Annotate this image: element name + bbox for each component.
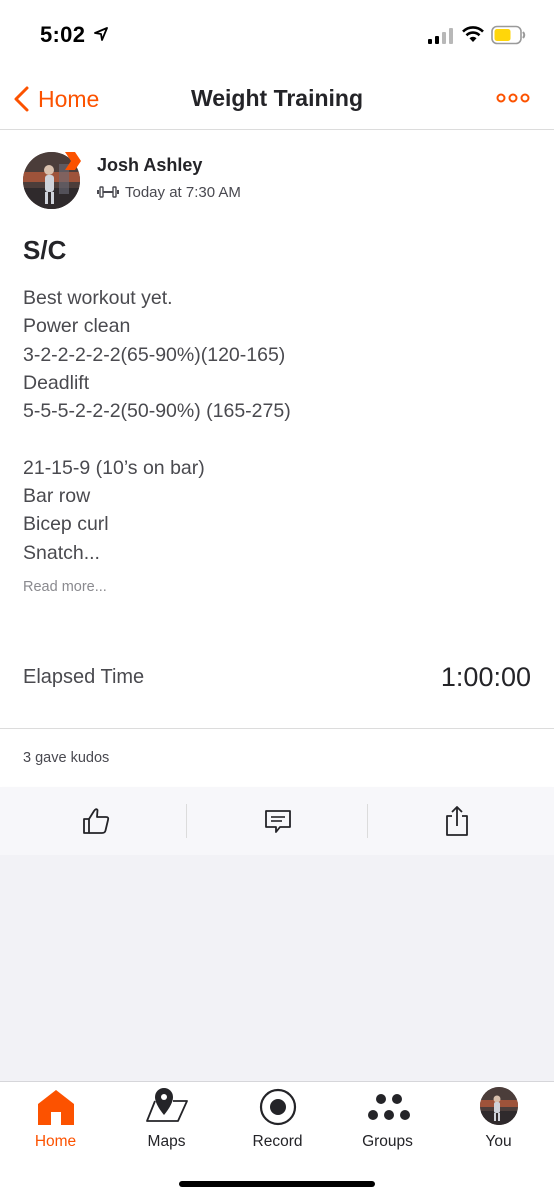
divider [0, 728, 554, 729]
tab-groups[interactable]: Groups [332, 1082, 443, 1162]
description-line: Power clean [23, 315, 131, 338]
tab-record[interactable]: Record [222, 1082, 333, 1162]
thumbs-up-icon [82, 808, 109, 834]
tab-record-label: Record [252, 1133, 303, 1150]
elapsed-time-label: Elapsed Time [23, 666, 145, 688]
battery-low-power-icon [491, 25, 526, 45]
description-blank-line [23, 425, 533, 453]
home-icon [37, 1090, 74, 1125]
description-line: 21-15-9 (10’s on bar) [23, 456, 205, 479]
groups-icon [367, 1094, 410, 1120]
cellular-signal-icon [428, 28, 453, 44]
read-more-link[interactable]: Read more... [23, 579, 107, 595]
back-button-label: Home [38, 85, 100, 112]
empty-content-area [0, 855, 554, 1081]
navigation-bar: Home Weight Training [0, 70, 554, 130]
description-line: Best workout yet. [23, 287, 173, 309]
chevron-left-icon [14, 86, 29, 112]
share-button[interactable] [364, 787, 549, 855]
tab-home-label: Home [34, 1133, 77, 1150]
location-arrow-icon [94, 27, 108, 41]
description-line: Snatch... [23, 541, 100, 564]
map-icon [145, 1088, 188, 1122]
tab-you[interactable]: You [443, 1082, 554, 1162]
athlete-header: Josh Ashley Today at 7:30 AM [23, 152, 533, 212]
activity-description: Best workout yet. Power clean 3-2-2-2-2-2(… [23, 284, 533, 567]
comment-button[interactable] [185, 787, 370, 855]
tab-maps-label: Maps [147, 1133, 186, 1150]
share-icon [445, 806, 468, 836]
tab-groups-label: Groups [362, 1133, 413, 1150]
home-indicator [179, 1181, 375, 1187]
tab-maps[interactable]: Maps [111, 1082, 222, 1162]
description-line: Bicep curl [23, 513, 109, 536]
description-line: Deadlift [23, 371, 90, 394]
tab-you-label: You [485, 1133, 512, 1150]
more-options-icon[interactable] [496, 88, 530, 108]
elapsed-time-value: 1:00:00 [440, 662, 531, 692]
activity-timestamp: Today at 7:30 AM [125, 184, 241, 201]
wifi-icon [462, 26, 484, 42]
activity-title: S/C [23, 235, 67, 265]
kudos-count[interactable]: 3 gave kudos [23, 750, 109, 766]
status-time: 5:02 [40, 22, 86, 47]
athlete-name[interactable]: Josh Ashley [97, 155, 202, 176]
subscriber-badge-icon [65, 152, 81, 170]
description-line: 5-5-5-2-2-2(50-90%) (165-275) [23, 400, 291, 423]
back-button[interactable]: Home [12, 82, 99, 116]
give-kudos-button[interactable] [3, 787, 188, 855]
description-line: 3-2-2-2-2-2(65-90%)(120-165) [23, 343, 286, 366]
description-line: Bar row [23, 485, 91, 508]
dumbbell-icon [97, 186, 119, 198]
record-icon [259, 1088, 296, 1126]
comment-icon [264, 810, 291, 833]
profile-avatar [479, 1087, 518, 1125]
tab-home[interactable]: Home [0, 1082, 111, 1162]
status-bar: 5:02 [0, 0, 554, 70]
social-action-bar [0, 787, 554, 855]
